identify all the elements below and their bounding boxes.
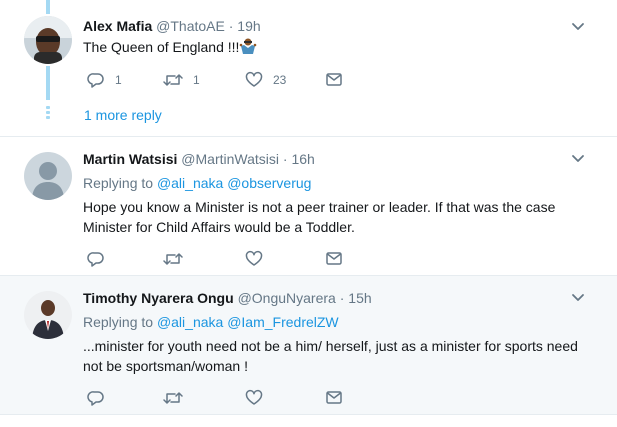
thread-line-top xyxy=(46,0,50,14)
avatar[interactable] xyxy=(24,152,72,200)
mention-link[interactable]: @observerug xyxy=(227,175,311,191)
tweet-header: Martin Watsisi @MartinWatsisi · 16h xyxy=(83,150,315,168)
tweet-actions: 1 1 23 xyxy=(83,70,383,90)
chevron-down-icon[interactable] xyxy=(571,20,585,34)
retweet-button[interactable] xyxy=(163,249,183,269)
replying-to: Replying to @ali_naka @observerug xyxy=(83,174,311,192)
separator: · xyxy=(339,290,345,306)
envelope-icon xyxy=(326,73,342,86)
user-handle[interactable]: @OnguNyarera xyxy=(238,290,336,306)
user-handle[interactable]: @MartinWatsisi xyxy=(181,151,279,167)
tweet-alex-mafia[interactable]: Alex Mafia @ThatoAE · 19h The Queen of E… xyxy=(0,0,617,137)
tweet-text-line: Minister for Child Affairs would be a To… xyxy=(83,219,355,235)
mention-link[interactable]: @ali_naka xyxy=(157,175,223,191)
person-shrugging-icon xyxy=(239,37,257,60)
reply-icon xyxy=(87,73,104,88)
tweet-text: ...minister for youth need not be a him/… xyxy=(83,336,583,376)
like-button[interactable] xyxy=(245,388,263,408)
timestamp[interactable]: 16h xyxy=(291,151,314,167)
direct-message-button[interactable] xyxy=(325,70,343,90)
like-button[interactable]: 23 xyxy=(245,70,286,90)
tweet-text-body: The Queen of England !!! xyxy=(83,39,240,55)
user-handle[interactable]: @ThatoAE xyxy=(156,18,225,34)
retweet-icon xyxy=(163,253,183,265)
mention-link[interactable]: @Iam_FredrelZW xyxy=(227,314,338,330)
retweet-button[interactable]: 1 xyxy=(163,70,200,90)
tweet-text: The Queen of England !!! xyxy=(83,37,583,60)
tweet-text-line: Hope you know a Minister is not a peer t… xyxy=(83,199,556,215)
like-button[interactable] xyxy=(245,249,263,269)
tweet-header: Alex Mafia @ThatoAE · 19h xyxy=(83,17,261,35)
reply-icon xyxy=(87,252,104,267)
retweet-button[interactable] xyxy=(163,388,183,408)
heart-icon xyxy=(245,250,263,266)
heart-icon xyxy=(245,389,263,405)
heart-icon xyxy=(245,71,263,87)
reply-button[interactable] xyxy=(87,249,105,269)
separator: · xyxy=(282,151,288,167)
timestamp[interactable]: 15h xyxy=(348,290,371,306)
avatar[interactable] xyxy=(24,16,72,64)
replying-to-label: Replying to xyxy=(83,314,154,330)
replying-to: Replying to @ali_naka @Iam_FredrelZW xyxy=(83,313,339,331)
retweet-icon xyxy=(163,74,183,86)
thread-dots xyxy=(46,106,50,121)
tweet-actions xyxy=(83,388,383,408)
tweet-martin-watsisi[interactable]: Martin Watsisi @MartinWatsisi · 16h Repl… xyxy=(0,137,617,276)
display-name[interactable]: Martin Watsisi xyxy=(83,151,177,167)
tweet-text: Hope you know a Minister is not a peer t… xyxy=(83,197,583,237)
tweet-text-line: not be sportsman/woman ! xyxy=(83,358,248,374)
envelope-icon xyxy=(326,391,342,404)
reply-button[interactable] xyxy=(87,388,105,408)
separator: · xyxy=(228,18,234,34)
chevron-down-icon[interactable] xyxy=(571,152,585,166)
avatar[interactable] xyxy=(24,291,72,339)
display-name[interactable]: Alex Mafia xyxy=(83,18,152,34)
reply-count: 1 xyxy=(115,73,122,87)
reply-icon xyxy=(87,391,104,406)
display-name[interactable]: Timothy Nyarera Ongu xyxy=(83,290,234,306)
mention-link[interactable]: @ali_naka xyxy=(157,314,223,330)
tweet-actions xyxy=(83,249,383,269)
like-count: 23 xyxy=(273,73,287,87)
tweet-timothy-nyarera-ongu[interactable]: Timothy Nyarera Ongu @OnguNyarera · 15h … xyxy=(0,276,617,415)
tweet-text-line: ...minister for youth need not be a him/… xyxy=(83,338,578,354)
timestamp[interactable]: 19h xyxy=(237,18,260,34)
replying-to-label: Replying to xyxy=(83,175,154,191)
direct-message-button[interactable] xyxy=(325,249,343,269)
direct-message-button[interactable] xyxy=(325,388,343,408)
envelope-icon xyxy=(326,252,342,265)
retweet-icon xyxy=(163,392,183,404)
more-replies-link[interactable]: 1 more reply xyxy=(84,106,162,124)
chevron-down-icon[interactable] xyxy=(571,291,585,305)
reply-button[interactable]: 1 xyxy=(87,70,122,90)
thread-line-bottom xyxy=(46,66,50,100)
tweet-header: Timothy Nyarera Ongu @OnguNyarera · 15h xyxy=(83,289,372,307)
retweet-count: 1 xyxy=(193,73,200,87)
